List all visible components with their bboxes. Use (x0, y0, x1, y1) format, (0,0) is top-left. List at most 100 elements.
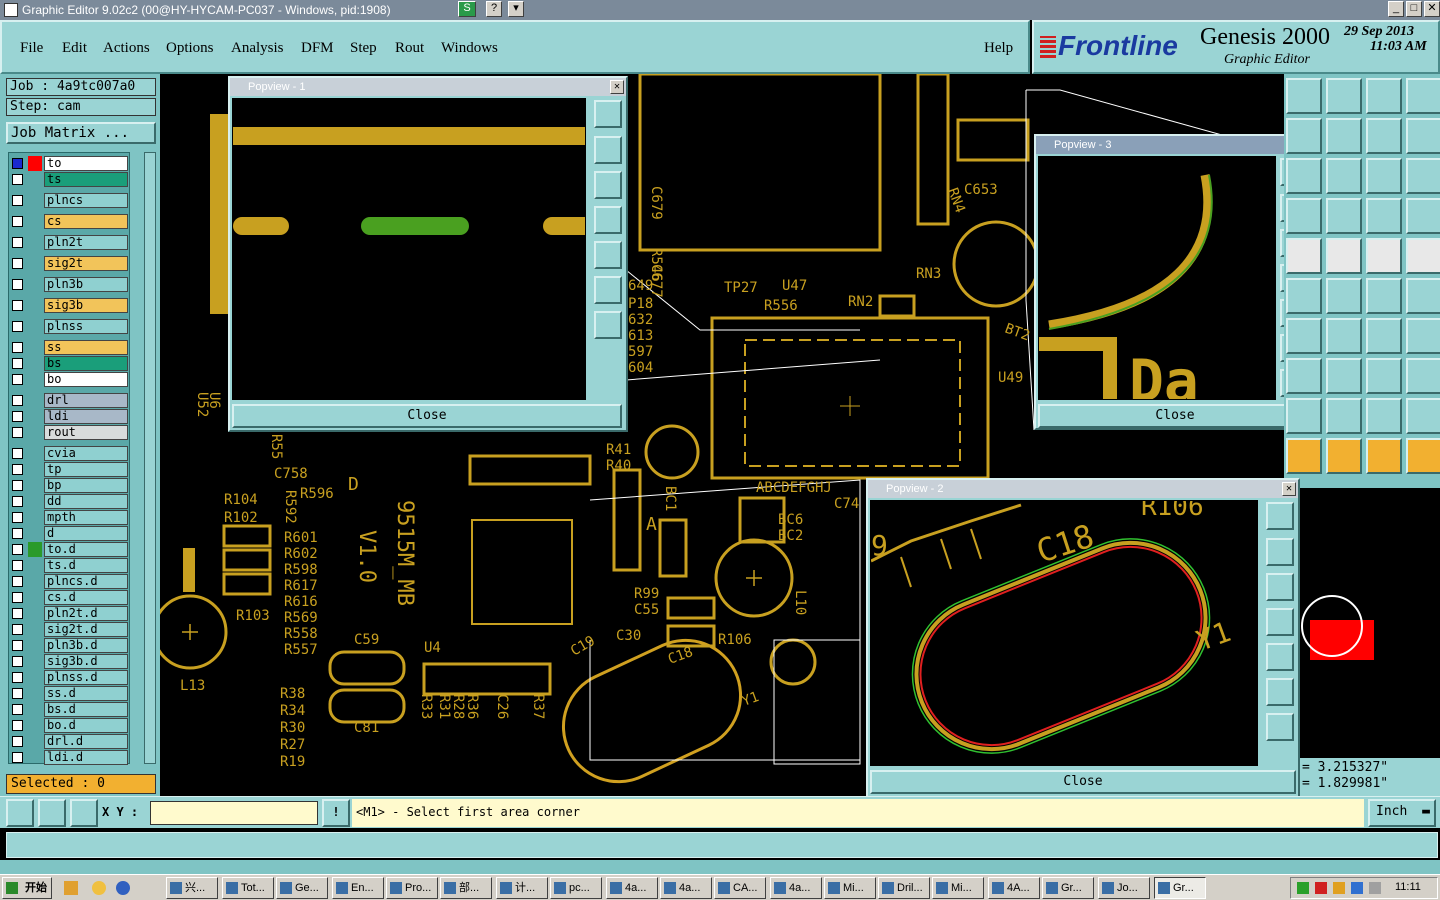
layer-affected-indicator[interactable] (28, 702, 42, 717)
layer-checkbox[interactable] (12, 720, 23, 731)
layer-checkbox[interactable] (12, 480, 23, 491)
popview-3-close-button[interactable]: Close (1038, 404, 1312, 428)
layer-name[interactable]: bs.d (44, 702, 128, 717)
layer-affected-indicator[interactable] (28, 750, 42, 765)
add-line-icon[interactable] (1326, 278, 1362, 314)
popview-2-close-icon[interactable]: ✕ (1282, 482, 1296, 496)
layer-name[interactable]: plncs.d (44, 574, 128, 589)
layer-row-ldi-d[interactable]: ldi.d (10, 750, 128, 765)
layer-checkbox[interactable] (12, 411, 23, 422)
layer-name[interactable]: bp (44, 478, 128, 493)
layer-row-mpth[interactable]: mpth (10, 510, 128, 525)
snap-icon[interactable] (6, 799, 34, 827)
pad-icon[interactable] (1366, 238, 1402, 274)
taskbar-button[interactable]: Tot... (222, 877, 274, 899)
pv2-pan-up-icon[interactable] (1266, 538, 1294, 566)
minimize-icon[interactable]: _ (1388, 1, 1404, 17)
layer-affected-indicator[interactable] (28, 393, 42, 408)
layer-affected-indicator[interactable] (28, 235, 42, 250)
layer-affected-indicator[interactable] (28, 686, 42, 701)
layer-affected-indicator[interactable] (28, 478, 42, 493)
layer-name[interactable]: bs (44, 356, 128, 371)
layer-row-d[interactable]: d (10, 526, 128, 541)
job-matrix-button[interactable]: Job Matrix ... (6, 122, 156, 144)
layer-checkbox[interactable] (12, 512, 23, 523)
layer-row-pln2t-d[interactable]: pln2t.d (10, 606, 128, 621)
layer-name[interactable]: bo.d (44, 718, 128, 733)
layer-row-ldi[interactable]: ldi (10, 409, 128, 424)
layer-row-bs-d[interactable]: bs.d (10, 702, 128, 717)
layer-row-tp[interactable]: tp (10, 462, 128, 477)
pv2-zoom-in-icon[interactable] (1266, 713, 1294, 741)
layer-checkbox[interactable] (12, 528, 23, 539)
attach-icon[interactable] (1366, 198, 1402, 234)
triangle-icon[interactable] (1286, 398, 1322, 434)
layer-name[interactable]: tp (44, 462, 128, 477)
layer-checkbox[interactable] (12, 640, 23, 651)
redo-icon[interactable] (1326, 118, 1362, 154)
layer-row-cs-d[interactable]: cs.d (10, 590, 128, 605)
layer-name[interactable]: cs.d (44, 590, 128, 605)
layer-row-drl[interactable]: drl (10, 393, 128, 408)
layer-row-cvia[interactable]: cvia (10, 446, 128, 461)
taskbar-button[interactable]: Jo... (1098, 877, 1150, 899)
layer-checkbox[interactable] (12, 300, 23, 311)
layer-checkbox[interactable] (12, 608, 23, 619)
layer-checkbox[interactable] (12, 464, 23, 475)
layer-row-to[interactable]: to (10, 156, 128, 171)
layer-affected-indicator[interactable] (28, 340, 42, 355)
layer-affected-indicator[interactable] (28, 372, 42, 387)
layer-affected-indicator[interactable] (28, 654, 42, 669)
feature-select-icon[interactable] (1406, 198, 1440, 234)
net-icon[interactable] (1406, 398, 1440, 434)
layer-name[interactable]: ldi.d (44, 750, 128, 765)
menu-help[interactable]: Help (984, 40, 1013, 57)
layer-checkbox[interactable] (12, 237, 23, 248)
pad-move-icon[interactable] (1366, 318, 1402, 354)
menu-options[interactable]: Options (166, 40, 214, 57)
layer-checkbox[interactable] (12, 560, 23, 571)
edit-line-icon[interactable] (1286, 358, 1322, 394)
layer-affected-indicator[interactable] (28, 214, 42, 229)
cross-icon[interactable] (1286, 278, 1322, 314)
layer-row-cs[interactable]: cs (10, 214, 128, 229)
scale-icon[interactable] (1326, 158, 1362, 194)
layer-checkbox[interactable] (12, 624, 23, 635)
layer-name[interactable]: sig2t.d (44, 622, 128, 637)
layer-checkbox[interactable] (12, 342, 23, 353)
close-window-icon[interactable]: ✕ (1424, 1, 1440, 17)
layer-row-plnss[interactable]: plnss (10, 319, 128, 334)
layer-name[interactable]: ss.d (44, 686, 128, 701)
layer-name[interactable]: to (44, 156, 128, 171)
layer-affected-indicator[interactable] (28, 494, 42, 509)
layer-affected-indicator[interactable] (28, 277, 42, 292)
layer-affected-indicator[interactable] (28, 574, 42, 589)
save-icon[interactable] (1326, 78, 1362, 114)
menu-rout[interactable]: Rout (395, 40, 424, 57)
circle-icon[interactable] (1406, 238, 1440, 274)
text-icon[interactable] (1406, 318, 1440, 354)
layer-checkbox[interactable] (12, 321, 23, 332)
dropdown-arrow-icon[interactable]: ▾ (508, 1, 524, 17)
layer-affected-indicator[interactable] (28, 606, 42, 621)
layer-name[interactable]: pln3b (44, 277, 128, 292)
layer-checkbox[interactable] (12, 427, 23, 438)
pv1-pan-down-icon[interactable] (594, 171, 622, 199)
one-to-one-icon[interactable] (1366, 158, 1402, 194)
tray-icon-1[interactable] (1297, 882, 1309, 894)
layer-row-to-d[interactable]: to.d (10, 542, 128, 557)
layer-checkbox[interactable] (12, 496, 23, 507)
layer-checkbox[interactable] (12, 358, 23, 369)
layer-affected-indicator[interactable] (28, 425, 42, 440)
move-icon[interactable] (1286, 158, 1322, 194)
pv1-pan-left-icon[interactable] (594, 206, 622, 234)
layer-row-ts-d[interactable]: ts.d (10, 558, 128, 573)
taskbar-button[interactable]: Gr... (1042, 877, 1094, 899)
exclamation-icon[interactable]: ! (322, 799, 350, 827)
layer-checkbox[interactable] (12, 736, 23, 747)
layer-name[interactable]: ldi (44, 409, 128, 424)
layer-row-plnss-d[interactable]: plnss.d (10, 670, 128, 685)
layer-row-rout[interactable]: rout (10, 425, 128, 440)
menu-analysis[interactable]: Analysis (231, 40, 284, 57)
undo-icon[interactable] (1286, 118, 1322, 154)
